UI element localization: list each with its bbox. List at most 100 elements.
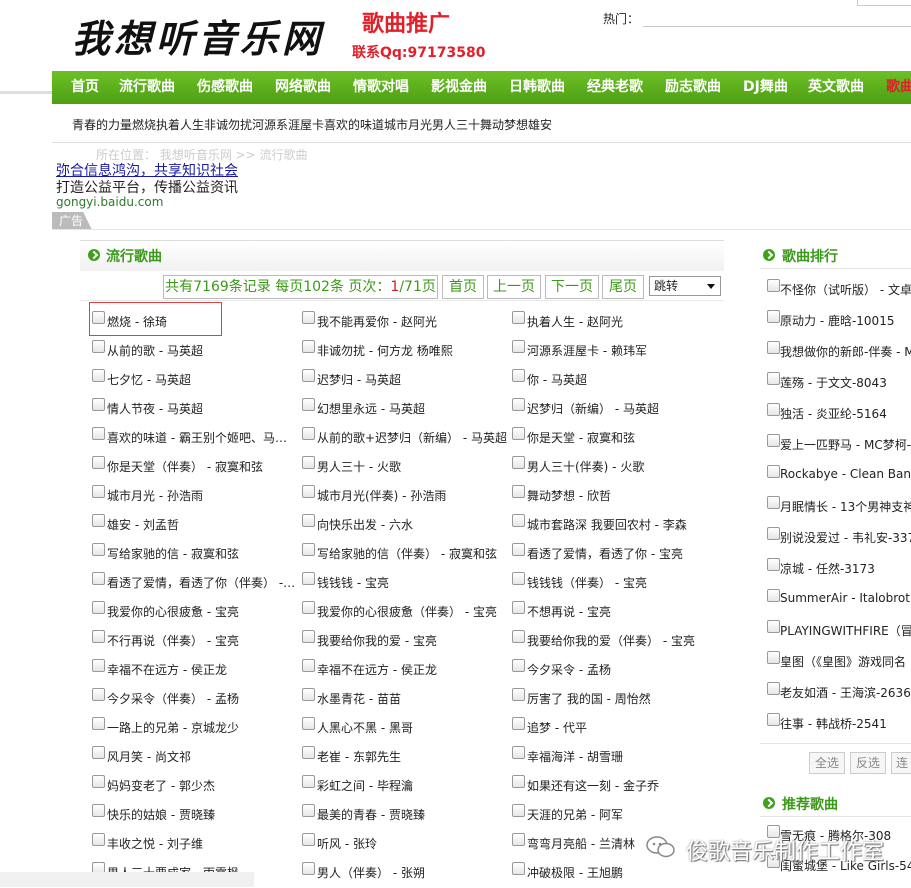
song-title-link[interactable]: 听风 - 张玲 — [317, 835, 377, 852]
song-title-link[interactable]: 幸福海洋 - 胡雪珊 — [527, 748, 623, 765]
song-checkbox[interactable] — [512, 659, 525, 672]
nav-item-english[interactable]: 英文歌曲 — [808, 71, 864, 104]
song-checkbox[interactable] — [302, 398, 315, 411]
song-checkbox[interactable] — [302, 659, 315, 672]
song-title-link[interactable]: 喜欢的味道 - 霸王别个姬吧、马… — [107, 429, 287, 446]
song-checkbox[interactable] — [512, 804, 525, 817]
song-title-link[interactable]: 今夕采令 - 孟杨 — [527, 661, 611, 678]
nav-item-more[interactable]: 歌曲 — [886, 71, 911, 104]
ranking-title-link[interactable]: 爱上一匹野马 - MC梦柯-4 — [780, 436, 911, 453]
song-checkbox[interactable] — [92, 572, 105, 585]
song-title-link[interactable]: 我爱你的心很疲惫（伴奏） - 宝亮 — [317, 603, 497, 620]
song-checkbox[interactable] — [92, 804, 105, 817]
song-title-link[interactable]: 幻想里永远 - 马英超 — [317, 400, 425, 417]
song-checkbox[interactable] — [302, 456, 315, 469]
ranking-checkbox[interactable] — [767, 620, 780, 633]
song-title-link[interactable]: 写给家驰的信（伴奏） - 寂寞和弦 — [317, 545, 497, 562]
song-title-link[interactable]: 迟梦归（新编） - 马英超 — [527, 400, 659, 417]
song-title-link[interactable]: 你 - 马英超 — [527, 371, 587, 388]
song-title-link[interactable]: 今夕采令（伴奏） - 孟杨 — [107, 690, 239, 707]
song-checkbox[interactable] — [512, 427, 525, 440]
song-title-link[interactable]: 天涯的兄弟 - 阿军 — [527, 806, 623, 823]
song-title-link[interactable]: 追梦 - 代平 — [527, 719, 587, 736]
song-checkbox[interactable] — [512, 601, 525, 614]
song-title-link[interactable]: 彩虹之间 - 毕程瀹 — [317, 777, 413, 794]
song-checkbox[interactable] — [92, 369, 105, 382]
song-title-link[interactable]: 不想再说 - 宝亮 — [527, 603, 611, 620]
song-checkbox[interactable] — [302, 746, 315, 759]
ranking-checkbox[interactable] — [767, 403, 780, 416]
song-checkbox[interactable] — [92, 398, 105, 411]
pager-last-button[interactable]: 尾页 — [602, 275, 644, 299]
ranking-title-link[interactable]: 老友如酒 - 王海滨-2636 — [780, 684, 911, 701]
ranking-title-link[interactable]: 凉城 - 任然-3173 — [780, 560, 875, 577]
song-checkbox[interactable] — [92, 485, 105, 498]
search-input[interactable] — [857, 0, 911, 6]
song-title-link[interactable]: 一路上的兄弟 - 京城龙少 — [107, 719, 239, 736]
nav-item-duet[interactable]: 情歌对唱 — [353, 71, 409, 104]
nav-item-jpkr[interactable]: 日韩歌曲 — [509, 71, 565, 104]
song-checkbox[interactable] — [92, 514, 105, 527]
song-title-link[interactable]: 雄安 - 刘孟哲 — [107, 516, 179, 533]
ranking-title-link[interactable]: PLAYINGWITHFIRE（冒 — [780, 622, 911, 639]
song-checkbox[interactable] — [92, 717, 105, 730]
song-checkbox[interactable] — [512, 688, 525, 701]
song-checkbox[interactable] — [302, 543, 315, 556]
ranking-title-link[interactable]: SummerAir - Italobrothers — [780, 591, 911, 605]
song-title-link[interactable]: 城市套路深 我要回农村 - 李森 — [527, 516, 687, 533]
song-title-link[interactable]: 情人节夜 - 马英超 — [107, 400, 203, 417]
site-logo[interactable]: 我想听音乐网 — [72, 8, 324, 63]
song-title-link[interactable]: 迟梦归 - 马英超 — [317, 371, 401, 388]
ranking-checkbox[interactable] — [767, 465, 780, 478]
ranking-checkbox[interactable] — [767, 713, 780, 726]
song-title-link[interactable]: 水墨青花 - 苗苗 — [317, 690, 401, 707]
nav-item-classic[interactable]: 经典老歌 — [587, 71, 643, 104]
song-title-link[interactable]: 男人三十(伴奏) - 火歌 — [527, 458, 644, 475]
song-title-link[interactable]: 男人（伴奏） - 张朔 — [317, 864, 425, 881]
ranking-title-link[interactable]: 我想做你的新郎-伴奏 - M — [780, 343, 911, 360]
ranking-title-link[interactable]: 原动力 - 鹿晗-10015 — [780, 312, 894, 329]
song-checkbox[interactable] — [512, 485, 525, 498]
song-title-link[interactable]: 男人三十 - 火歌 — [317, 458, 401, 475]
song-title-link[interactable]: 弯弯月亮船 - 兰清林 — [527, 835, 635, 852]
song-checkbox[interactable] — [512, 514, 525, 527]
song-checkbox[interactable] — [302, 862, 315, 875]
ranking-title-link[interactable]: 不怪你（试听版） - 文卓 — [780, 281, 911, 298]
ranking-title-link[interactable]: Rockabye - Clean Bandit — [780, 467, 911, 481]
song-checkbox[interactable] — [302, 630, 315, 643]
ranking-checkbox[interactable] — [767, 434, 780, 447]
ranking-title-link[interactable]: 月眠情长 - 13个男神支神 — [780, 498, 911, 515]
song-checkbox[interactable] — [512, 775, 525, 788]
song-checkbox[interactable] — [92, 775, 105, 788]
song-title-link[interactable]: 从前的歌+迟梦归（新编） - 马英超 — [317, 429, 507, 446]
song-title-link[interactable]: 妈妈变老了 - 郭少杰 — [107, 777, 215, 794]
nav-item-sad[interactable]: 伤感歌曲 — [197, 71, 253, 104]
song-title-link[interactable]: 写给家驰的信 - 寂寞和弦 — [107, 545, 239, 562]
song-checkbox[interactable] — [512, 369, 525, 382]
song-title-link[interactable]: 我要给你我的爱（伴奏） - 宝亮 — [527, 632, 695, 649]
song-title-link[interactable]: 七夕忆 - 马英超 — [107, 371, 191, 388]
song-title-link[interactable]: 执着人生 - 赵阿光 — [527, 313, 623, 330]
song-title-link[interactable]: 河源系涯屋卡 - 赖玮军 — [527, 342, 647, 359]
select-all-button[interactable]: 全选 — [809, 752, 845, 774]
marquee-text[interactable]: 青春的力量燃烧执着人生非诚勿扰河源系涯屋卡喜欢的味道城市月光男人三十舞动梦想雄安 — [72, 116, 552, 133]
song-checkbox[interactable] — [512, 456, 525, 469]
nav-item-dj[interactable]: DJ舞曲 — [743, 71, 788, 104]
song-title-link[interactable]: 看透了爱情，看透了你（伴奏） -… — [107, 574, 295, 591]
song-checkbox[interactable] — [302, 833, 315, 846]
song-title-link[interactable]: 城市月光 - 孙浩雨 — [107, 487, 203, 504]
song-checkbox[interactable] — [302, 369, 315, 382]
ranking-title-link[interactable]: 独活 - 炎亚纶-5164 — [780, 405, 887, 422]
song-title-link[interactable]: 我不能再爱你 - 赵阿光 — [317, 313, 437, 330]
jump-select[interactable]: 跳转 — [649, 276, 721, 296]
song-title-link[interactable]: 钱钱钱（伴奏） - 宝亮 — [527, 574, 647, 591]
song-checkbox[interactable] — [92, 833, 105, 846]
invert-select-button[interactable]: 反选 — [850, 752, 886, 774]
song-title-link[interactable]: 从前的歌 - 马英超 — [107, 342, 203, 359]
song-checkbox[interactable] — [302, 572, 315, 585]
song-checkbox[interactable] — [302, 514, 315, 527]
song-title-link[interactable]: 老崔 - 东郭先生 — [317, 748, 401, 765]
ranking-title-link[interactable]: 别说没爱过 - 韦礼安-337 — [780, 529, 911, 546]
pager-next-button[interactable]: 下一页 — [545, 275, 599, 299]
nav-item-internet[interactable]: 网络歌曲 — [275, 71, 331, 104]
